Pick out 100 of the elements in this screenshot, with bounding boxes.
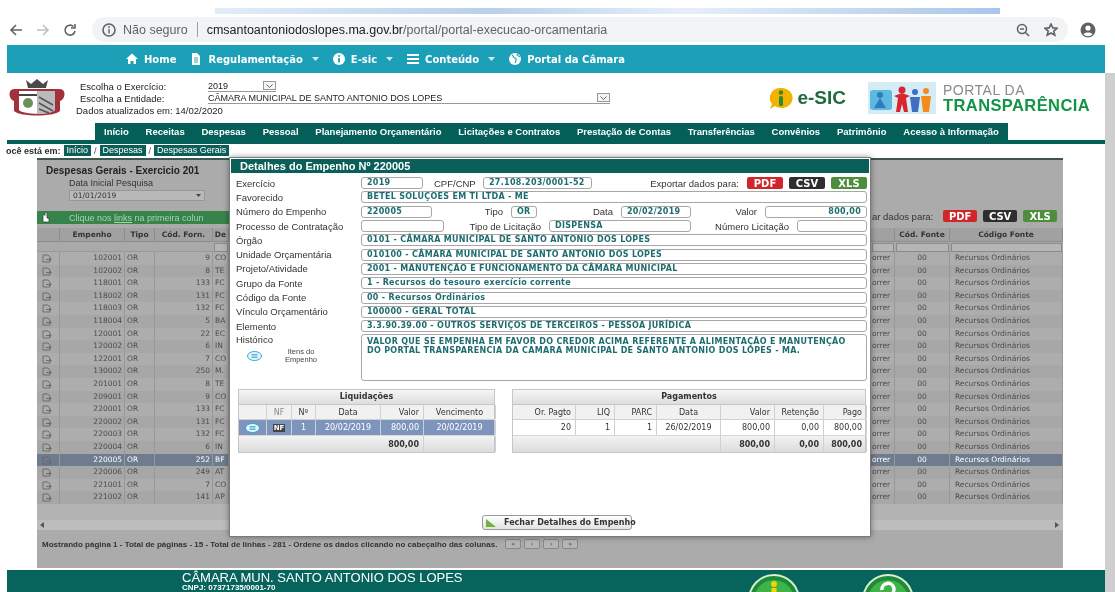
document-arrow-icon[interactable] (42, 430, 52, 440)
document-arrow-icon[interactable] (42, 480, 52, 490)
export-button[interactable]: XLS (1023, 210, 1057, 222)
document-arrow-icon[interactable] (42, 329, 52, 339)
document-arrow-icon[interactable] (42, 405, 52, 415)
value-field: 010100 - CÂMARA MUNICIPAL DE SANTO ANTONIO DOS LOPES (361, 248, 867, 261)
year-select[interactable]: 2019 (208, 80, 276, 92)
value-field: 2019 (361, 177, 423, 190)
column-header[interactable]: Vencimento (424, 405, 496, 420)
nav-link[interactable]: Portal da Câmara (508, 52, 626, 66)
breadcrumb-link[interactable]: Despesas Gerais (154, 145, 230, 156)
hint-link[interactable]: links (114, 212, 133, 223)
document-arrow-icon[interactable] (42, 455, 52, 465)
caret-icon (488, 57, 496, 61)
reload-icon[interactable] (63, 22, 77, 37)
export-button[interactable]: XLS (831, 177, 867, 190)
column-header[interactable]: Valor (381, 405, 424, 420)
document-arrow-icon[interactable] (42, 379, 52, 389)
menu-tab[interactable]: Pessoal (262, 126, 299, 137)
breadcrumb-link[interactable]: Despesas (99, 145, 146, 156)
document-arrow-icon[interactable] (42, 254, 52, 263)
details-icon[interactable] (245, 422, 260, 433)
field-label: Favorecido (236, 191, 284, 203)
logo-text: PORTAL DA (943, 82, 1026, 97)
menu-tab[interactable]: Acesso à Informação (903, 126, 999, 137)
column-header[interactable]: Valor (721, 405, 775, 420)
export-button[interactable]: CSV (789, 177, 825, 190)
menu-tab[interactable]: Planejamento Orçamentário (315, 126, 442, 137)
column-header[interactable]: NF (267, 405, 292, 420)
info-icon (102, 22, 116, 37)
menu-tab[interactable]: Transferências (687, 126, 755, 137)
document-arrow-icon[interactable] (42, 266, 52, 276)
document-arrow-icon[interactable] (42, 468, 52, 478)
back-arrow-icon[interactable] (9, 22, 23, 37)
menu-tab[interactable]: Despesas (201, 126, 246, 137)
value-field: 3.3.90.39.00 - OUTROS SERVIÇOS DE TERCEIROS - PESSOA JURÍDICA (361, 320, 867, 333)
column-header[interactable]: Data (316, 405, 381, 420)
document-arrow-icon[interactable] (42, 442, 52, 452)
nav-link[interactable]: E-sic (331, 52, 394, 66)
value-field: OR (511, 205, 537, 218)
column-header[interactable]: Retenção (775, 405, 824, 420)
document-arrow-icon[interactable] (42, 316, 52, 326)
field-label: Grupo da Fonte (236, 277, 304, 289)
document-arrow-icon[interactable] (42, 304, 52, 314)
esic-logo[interactable]: e-SIC (797, 87, 846, 109)
nav-link[interactable]: Regulamentação (189, 52, 319, 66)
scroll-left-icon[interactable] (40, 522, 44, 528)
column-header[interactable]: Pago (824, 405, 867, 420)
document-arrow-icon[interactable] (42, 279, 52, 289)
filter-field[interactable] (896, 243, 949, 252)
filter-field[interactable] (872, 243, 894, 252)
menu-tab[interactable]: Início (104, 126, 129, 137)
scroll-right-icon[interactable] (1055, 522, 1059, 528)
column-header[interactable]: LIQ (576, 405, 615, 420)
document-arrow-icon[interactable] (42, 342, 52, 352)
vertical-scrollbar[interactable] (1105, 73, 1115, 592)
document-arrow-icon[interactable] (42, 493, 52, 503)
nav-link[interactable]: Home (125, 52, 177, 66)
filter-field[interactable] (214, 243, 228, 252)
breadcrumb-link[interactable]: Início (63, 145, 92, 156)
forward-arrow-icon[interactable] (36, 22, 50, 37)
export-button[interactable]: PDF (747, 177, 783, 190)
menu-tab[interactable]: Licitações e Contratos (458, 126, 561, 137)
field-label: Órgão (236, 234, 264, 246)
menu-tab[interactable]: Convênios (771, 126, 821, 137)
account-icon[interactable] (1080, 21, 1096, 38)
breadcrumb-separator: / (148, 145, 152, 156)
document-arrow-icon[interactable] (42, 417, 52, 427)
export-button[interactable]: PDF (943, 210, 978, 222)
menu-icon (406, 52, 421, 66)
menu-tab[interactable]: Patrimônio (836, 126, 887, 137)
home-icon (125, 52, 139, 66)
table-cell: 1 (615, 420, 657, 436)
zoom-icon[interactable] (1016, 22, 1030, 37)
column-header[interactable]: Or. Pagto (513, 405, 576, 420)
nav-link[interactable]: Conteúdo (406, 52, 496, 66)
document-arrow-icon[interactable] (42, 291, 52, 301)
export-button[interactable]: CSV (983, 210, 1018, 222)
document-arrow-icon[interactable] (42, 367, 52, 377)
menu-tab[interactable]: Receitas (145, 126, 185, 137)
globe-icon (508, 52, 523, 66)
menu-tab[interactable]: Prestação de Contas (576, 126, 671, 137)
column-header[interactable]: Nº (292, 405, 316, 420)
filter-field[interactable] (951, 243, 1062, 252)
export-label: ar dados para: (872, 210, 934, 222)
column-header[interactable]: Data (657, 405, 721, 420)
document-arrow-icon[interactable] (42, 354, 52, 364)
entity-select[interactable]: CÂMARA MUNICIPAL DE SANTO ANTONIO DOS LOPES (208, 92, 610, 104)
document-arrow-icon[interactable] (42, 392, 52, 402)
caret-icon (311, 57, 319, 61)
star-icon[interactable] (1044, 22, 1058, 37)
field-label: Número do Empenho (236, 206, 328, 218)
breadcrumb-separator: / (94, 145, 97, 156)
value-field: DISPENSA (549, 220, 691, 233)
export-label: Exportar dados para: (650, 177, 739, 189)
breadcrumb-label: ocê está em: (6, 145, 61, 156)
list-oval-icon (247, 351, 262, 362)
address-bar[interactable]: Não seguro cmsantoantoniodoslopes.ma.gov.br/portal/portal-execucao-orcamentaria (92, 17, 1068, 42)
column-header[interactable]: PARC (615, 405, 657, 420)
value-field: 20/02/2019 (621, 205, 691, 218)
